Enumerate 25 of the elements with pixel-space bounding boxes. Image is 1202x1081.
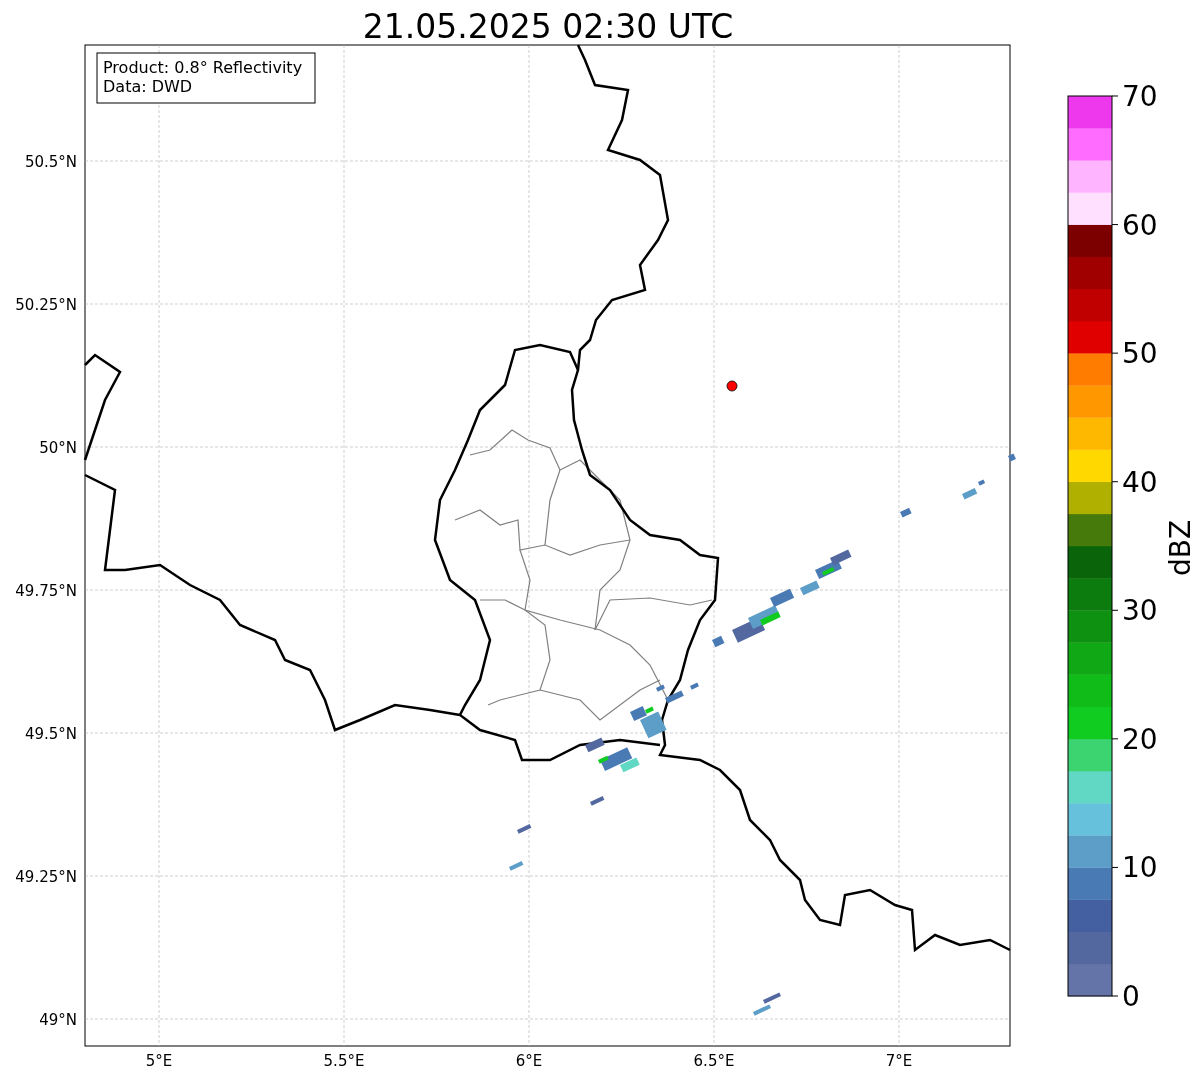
latitude-label: 50°N	[39, 439, 77, 457]
colorbar-tick-label: 20	[1122, 722, 1158, 756]
colorbar-tick-label: 60	[1122, 208, 1158, 242]
chart-title: 21.05.2025 02:30 UTC	[362, 7, 734, 46]
latitude-label: 49°N	[39, 1011, 77, 1029]
longitude-label: 6°E	[515, 1052, 543, 1070]
colorbar-tick-label: 70	[1122, 80, 1158, 113]
latitude-label: 49.75°N	[15, 582, 77, 600]
latitude-label: 49.5°N	[24, 725, 77, 743]
longitude-label: 6.5°E	[693, 1052, 735, 1070]
latitude-label: 50.25°N	[15, 296, 77, 314]
longitude-label: 7°E	[885, 1052, 913, 1070]
colorbar-tick-label: 50	[1122, 337, 1158, 371]
colorbar-tick-label: 40	[1122, 465, 1158, 499]
colorbar-label: dBZ	[1164, 519, 1197, 577]
info-text: Data: DWD	[103, 77, 193, 96]
latitude-label: 49.25°N	[15, 868, 77, 886]
colorbar-tick-label: 30	[1122, 594, 1158, 628]
longitude-label: 5°E	[145, 1052, 173, 1070]
station-marker	[726, 380, 738, 392]
colorbar-tick-label: 10	[1122, 851, 1158, 885]
longitude-label: 5.5°E	[323, 1052, 365, 1070]
latitude-label: 50.5°N	[24, 153, 77, 171]
colorbar-tick-label: 0	[1122, 980, 1140, 1013]
info-text: Product: 0.8° Reflectivity	[103, 58, 303, 77]
